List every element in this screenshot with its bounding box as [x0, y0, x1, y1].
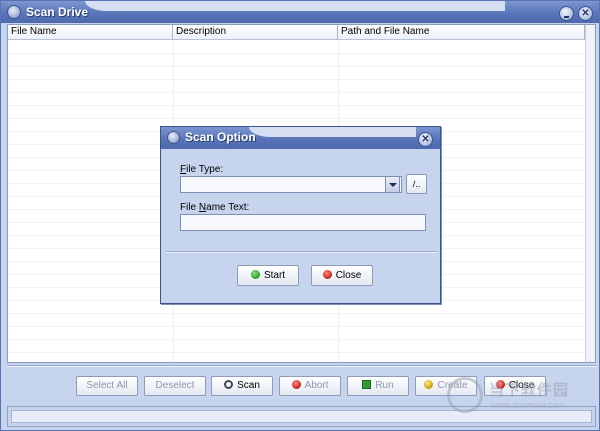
list-header: File Name Description Path and File Name [8, 25, 585, 40]
file-name-label-text: ame Text: [206, 202, 250, 213]
scan-option-dialog: Scan Option ✕ File Type: /.. File Name T… [160, 126, 441, 304]
deselect-button[interactable]: Deselect [144, 376, 206, 396]
run-button[interactable]: Run [347, 376, 409, 396]
create-icon [424, 380, 434, 389]
abort-label: Abort [304, 380, 329, 391]
file-type-combobox[interactable] [180, 176, 402, 193]
file-name-label-prefix: File [180, 202, 199, 213]
scan-button[interactable]: Scan [211, 376, 273, 396]
start-label: Start [263, 270, 286, 281]
dialog-app-icon [167, 131, 180, 144]
dialog-close-button[interactable]: Close [311, 265, 373, 286]
column-path[interactable]: Path and File Name [338, 25, 585, 40]
select-all-label: Select All [86, 380, 128, 391]
window-title: Scan Drive [26, 5, 89, 19]
run-icon [362, 380, 372, 389]
close-window-button[interactable]: ✕ [578, 6, 593, 21]
minimize-button[interactable] [559, 6, 574, 21]
bottom-separator [7, 365, 596, 367]
column-file-name[interactable]: File Name [8, 25, 173, 40]
dialog-titlebar-notch [249, 127, 416, 137]
watermark: 当下软件园 www.downxia.com [441, 371, 600, 421]
file-name-text-input[interactable] [180, 214, 426, 231]
dialog-separator [166, 251, 436, 253]
run-label: Run [375, 380, 394, 391]
scan-label: Scan [237, 380, 260, 391]
chevron-down-icon[interactable] [385, 176, 400, 193]
column-description[interactable]: Description [173, 25, 338, 40]
deselect-label: Deselect [155, 380, 195, 391]
select-all-button[interactable]: Select All [76, 376, 138, 396]
titlebar-notch [85, 1, 505, 11]
window-titlebar[interactable]: Scan Drive ✕ [1, 1, 599, 23]
watermark-url: www.downxia.com [491, 400, 566, 410]
magnifier-icon [224, 380, 234, 389]
file-name-text-label: File Name Text: [180, 202, 249, 213]
browse-button[interactable]: /.. [406, 174, 427, 194]
watermark-text: 当下软件园 [489, 382, 570, 399]
close-icon [322, 270, 332, 279]
list-scrollbar[interactable] [585, 25, 595, 362]
dialog-titlebar[interactable]: Scan Option ✕ [161, 127, 440, 149]
abort-button[interactable]: Abort [279, 376, 341, 396]
start-button[interactable]: Start [237, 265, 299, 286]
dialog-close-label: Close [335, 270, 362, 281]
start-icon [250, 270, 260, 279]
stop-icon [291, 380, 301, 389]
dialog-title: Scan Option [185, 130, 256, 144]
file-type-label-text: ile Type: [186, 164, 224, 175]
file-type-label: File Type: [180, 164, 223, 175]
app-icon [7, 5, 21, 19]
dialog-close-icon[interactable]: ✕ [418, 132, 433, 147]
watermark-logo-icon [447, 377, 483, 413]
